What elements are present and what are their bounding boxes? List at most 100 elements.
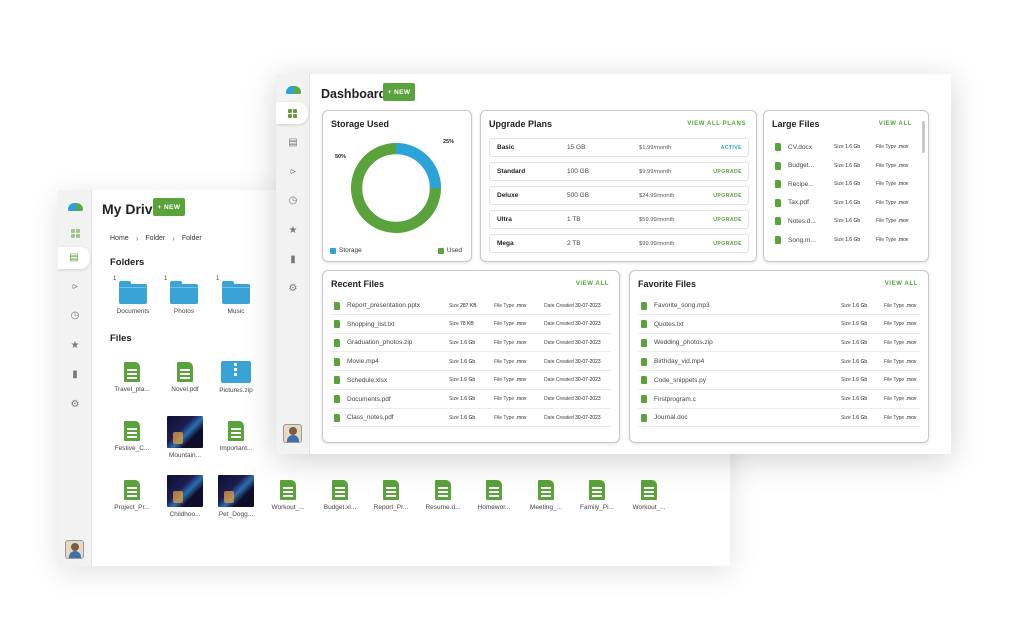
view-all-plans-link[interactable]: VIEW ALL PLANS [687, 121, 746, 127]
file-item[interactable]: Meeting_... [523, 480, 569, 511]
folder-item[interactable]: 1 Photos [164, 276, 204, 315]
file-item[interactable]: Workout_... [626, 480, 672, 511]
file-type: File Type .mov [884, 302, 917, 309]
file-name: Journal.doc [654, 414, 688, 422]
file-item[interactable]: Travel_pla... [109, 362, 155, 393]
file-item[interactable]: Family_Pi... [574, 480, 620, 511]
view-all-favorite-link[interactable]: VIEW ALL [885, 281, 918, 287]
file-name: Birthday_vid.mp4 [654, 358, 705, 366]
view-all-large-link[interactable]: VIEW ALL [879, 121, 912, 127]
share-icon[interactable]: ⪧ [58, 276, 92, 298]
document-icon [383, 480, 399, 500]
dashboard-icon[interactable] [58, 222, 92, 244]
history-icon[interactable]: ◷ [276, 190, 310, 212]
logo-icon[interactable] [58, 196, 92, 218]
folder-icon [170, 281, 198, 304]
file-name: Wedding_photos.zip [654, 339, 713, 347]
file-row[interactable]: Firstprogram.c Size 1.6 Gb File Type .mov [638, 391, 920, 409]
plan-name: Ultra [497, 216, 512, 223]
file-row[interactable]: Budget... Size 1.6 Gb File Type .mov [772, 157, 914, 175]
plan-size: 100 GB [567, 168, 590, 175]
file-item[interactable]: Resume.d... [420, 480, 466, 511]
file-row[interactable]: Schedule.xlsx Size 1.6 Gb File Type .mov Da… [331, 372, 611, 390]
file-type: File Type .mov [884, 321, 917, 328]
file-row[interactable]: Quotes.txt Size 1.6 Gb File Type .mov [638, 316, 920, 334]
file-size: Size 1.6 Gb [449, 377, 476, 384]
file-row[interactable]: Tax.pdf Size 1.6 Gb File Type .mov [772, 194, 914, 212]
avatar[interactable] [65, 540, 84, 559]
file-row[interactable]: Shopping_list.txt Size 78 KB File Type .mo… [331, 316, 611, 334]
file-item[interactable]: Report_Pr... [368, 480, 414, 511]
scrollbar[interactable] [922, 121, 925, 153]
plan-upgrade-button[interactable]: UPGRADE [713, 193, 742, 199]
file-name: Graduation_photos.zip [347, 339, 413, 347]
file-row[interactable]: Notes.d... Size 1.6 Gb File Type .mov [772, 212, 914, 230]
folder-item[interactable]: 1 Documents [113, 276, 153, 315]
new-button[interactable]: + NEW [153, 198, 185, 216]
dashboard-icon[interactable] [276, 102, 308, 124]
new-button[interactable]: + NEW [383, 83, 415, 101]
star-icon[interactable]: ★ [276, 220, 310, 242]
file-row[interactable]: Code_snippets.py Size 1.6 Gb File Type .mo… [638, 372, 920, 390]
document-icon [334, 357, 340, 366]
file-item[interactable]: Pet_Dogg... [213, 475, 259, 518]
folders-heading: Folders [110, 257, 145, 268]
file-row[interactable]: Favorite_song.mp3 Size 1.6 Gb File Type .m… [638, 297, 920, 315]
file-item[interactable]: Homewor... [471, 480, 517, 511]
breadcrumb-folder[interactable]: Folder [145, 235, 165, 242]
document-icon [641, 413, 647, 422]
file-item[interactable]: Pictures.zip [213, 361, 259, 394]
file-item[interactable]: Novel.pdf [162, 362, 208, 393]
files-heading: Files [110, 333, 132, 344]
star-icon[interactable]: ★ [58, 335, 92, 357]
file-row[interactable]: Birthday_vid.mp4 Size 1.6 Gb File Type .mo… [638, 353, 920, 372]
breadcrumb-home[interactable]: Home [110, 235, 129, 242]
file-row[interactable]: Report_presentation.pptx Size 287 KB File … [331, 297, 611, 315]
file-type: File Type .mov [876, 162, 909, 169]
breadcrumb: Home › Folder › Folder [110, 234, 202, 243]
file-row[interactable]: Recipe... Size 1.6 Gb File Type .mov [772, 175, 914, 193]
history-icon[interactable]: ◷ [58, 305, 92, 327]
file-row[interactable]: Graduation_photos.zip Size 1.6 Gb File Typ… [331, 334, 611, 353]
file-type: File Type .mov [494, 377, 527, 384]
logo-icon[interactable] [276, 79, 310, 101]
plan-upgrade-button[interactable]: UPGRADE [713, 169, 742, 175]
file-size: Size 1.6 Gb [449, 396, 476, 402]
document-icon [334, 320, 340, 329]
file-item[interactable]: Budget.xl... [317, 480, 363, 511]
drive-icon[interactable]: ▤ [276, 132, 310, 154]
plan-row: Standard 100 GB $9.99/month UPGRADE [489, 162, 749, 181]
trash-icon[interactable]: ▮ [58, 364, 92, 386]
file-row[interactable]: Wedding_photos.zip Size 1.6 Gb File Type .… [638, 334, 920, 353]
file-item[interactable]: Mountain... [162, 416, 208, 459]
file-item[interactable]: Important... [213, 421, 259, 452]
file-row[interactable]: Movie.mp4 Size 1.6 Gb File Type .mov Date C… [331, 353, 611, 372]
dashboard-main: Dashboard + NEW Storage Used 25% 50% Sto… [311, 74, 951, 454]
file-item[interactable]: Workout_... [265, 480, 311, 511]
file-type: File Type .mov [884, 358, 917, 365]
share-icon[interactable]: ⪧ [276, 161, 310, 183]
file-size: Size 78 KB [449, 321, 474, 328]
file-row[interactable]: CV.docx Size 1.6 Gb File Type .mov [772, 138, 914, 156]
file-name: Class_notes.pdf [347, 414, 394, 422]
plan-upgrade-button[interactable]: UPGRADE [713, 241, 742, 247]
file-item[interactable]: Project_Pr... [109, 480, 155, 511]
drive-icon[interactable]: ▤ [58, 247, 90, 269]
file-date: Date Created 30-07-2023 [544, 321, 601, 328]
file-size: Size 1.6 Gb [841, 302, 868, 309]
plan-upgrade-button[interactable]: UPGRADE [713, 217, 742, 223]
file-date: Date Created 30-07-2023 [544, 377, 601, 384]
folder-item[interactable]: 1 Music [216, 276, 256, 315]
file-row[interactable]: Class_notes.pdf Size 1.6 Gb File Type .mov… [331, 409, 611, 428]
breadcrumb-folder-current[interactable]: Folder [182, 235, 202, 242]
avatar[interactable] [283, 424, 302, 443]
file-item[interactable]: Festive_C... [109, 421, 155, 452]
file-row[interactable]: Song.m... Size 1.6 Gb File Type .mov [772, 231, 914, 249]
file-row[interactable]: Journal.doc Size 1.6 Gb File Type .mov [638, 409, 920, 428]
gear-icon[interactable]: ⚙ [276, 278, 310, 300]
gear-icon[interactable]: ⚙ [58, 394, 92, 416]
view-all-recent-link[interactable]: VIEW ALL [576, 281, 609, 287]
file-item[interactable]: Childhoo... [162, 475, 208, 518]
file-row[interactable]: Documents.pdf Size 1.6 Gb File Type .mov Da… [331, 391, 611, 409]
trash-icon[interactable]: ▮ [276, 249, 310, 271]
